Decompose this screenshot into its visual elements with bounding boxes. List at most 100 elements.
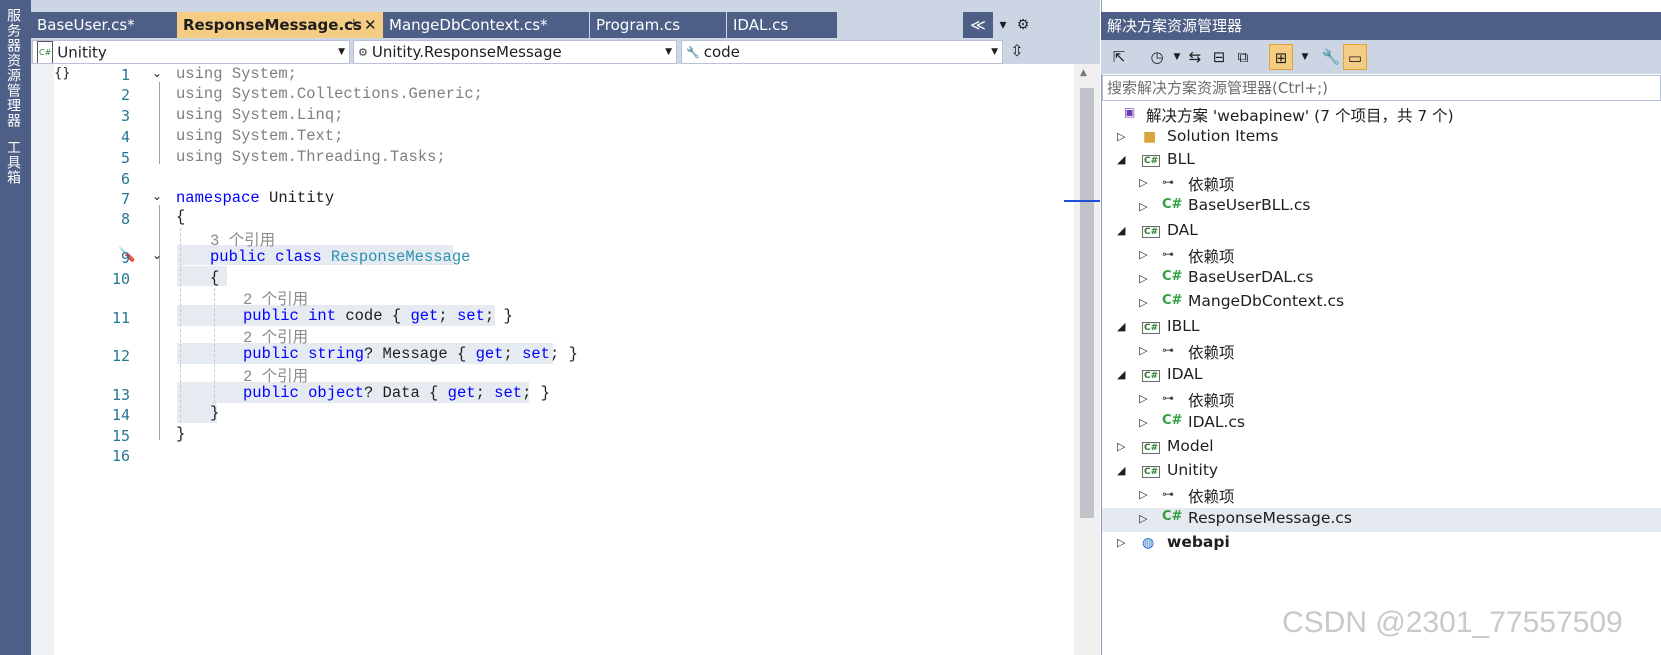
code-line[interactable]: using System.Collections.Generic; (176, 85, 483, 103)
collapse-all-icon[interactable]: ⊟ (1207, 44, 1231, 70)
copy-icon[interactable]: ⧉ (1231, 44, 1255, 70)
tree-item-ibll[interactable]: IBLL (1167, 317, 1199, 335)
fold-chevron-icon[interactable]: ⌄ (152, 66, 162, 80)
code-line[interactable]: public class ResponseMessage (210, 248, 470, 266)
csharp-project-icon: C# (1142, 442, 1161, 454)
collapse-arrow-icon[interactable]: ◢ (1117, 224, 1125, 237)
expand-arrow-icon[interactable]: ▷ (1139, 392, 1147, 405)
code-line[interactable]: using System; (176, 65, 297, 83)
tab-overflow-icon[interactable]: ≪ (963, 12, 993, 38)
tab-dropdown-icon[interactable]: ▾ (993, 12, 1013, 38)
csharp-file-icon: C# (1162, 293, 1183, 308)
collapse-arrow-icon[interactable]: ◢ (1117, 464, 1125, 477)
code-line[interactable]: public int code { get; set; } (243, 307, 513, 325)
dependencies-icon: ⊶ (1162, 391, 1174, 405)
solution-search-input[interactable]: 搜索解决方案资源管理器(Ctrl+;) (1102, 75, 1661, 101)
code-line[interactable]: { (176, 208, 185, 226)
csharp-project-icon: C# (1142, 155, 1161, 167)
expand-arrow-icon[interactable]: ▷ (1139, 176, 1147, 189)
code-line[interactable]: using System.Threading.Tasks; (176, 148, 446, 166)
tab-mangedbcontext[interactable]: MangeDbContext.cs* (383, 12, 589, 38)
tree-item-unitity[interactable]: Unitity (1167, 461, 1218, 479)
reference-count[interactable]: 2 个引用 (243, 364, 308, 386)
tab-program[interactable]: Program.cs (590, 12, 726, 38)
code-line[interactable]: { (210, 269, 219, 287)
tree-item-file-selected[interactable]: ResponseMessage.cs (1188, 509, 1352, 527)
scope-icon: {} (54, 66, 71, 81)
member-dropdown[interactable]: 🔧 code ▼ (681, 40, 1003, 64)
fold-chevron-icon[interactable]: ⌄ (152, 248, 162, 262)
expand-arrow-icon[interactable]: ▷ (1139, 272, 1147, 285)
properties-wrench-icon[interactable]: 🔧 (1319, 44, 1343, 70)
tree-item-model[interactable]: Model (1167, 437, 1214, 455)
tree-item-dependencies[interactable]: 依赖项 (1188, 341, 1235, 363)
tree-item-file[interactable]: BaseUserBLL.cs (1188, 196, 1311, 214)
tree-item-dal[interactable]: DAL (1167, 221, 1198, 239)
reference-count[interactable]: 2 个引用 (243, 325, 308, 347)
tree-item-solution-items[interactable]: Solution Items (1167, 127, 1278, 145)
tree-item-dependencies[interactable]: 依赖项 (1188, 245, 1235, 267)
tree-item-file[interactable]: MangeDbContext.cs (1188, 292, 1344, 310)
type-dropdown[interactable]: ⚙ Unitity.ResponseMessage ▼ (353, 40, 677, 64)
code-line[interactable]: } (176, 425, 185, 443)
code-line[interactable]: public string? Message { get; set; } (243, 345, 578, 363)
tab-baseuser[interactable]: BaseUser.cs* (31, 12, 177, 38)
tree-item-dependencies[interactable]: 依赖项 (1188, 173, 1235, 195)
fold-chevron-icon[interactable]: ⌄ (152, 189, 162, 203)
solution-icon: ▣ (1124, 105, 1136, 119)
chevron-down-icon: ▼ (991, 47, 998, 57)
chevron-down-icon: ▼ (338, 47, 345, 57)
sync-icon[interactable]: ⇆ (1183, 44, 1207, 70)
settings-gear-icon[interactable]: ⚙ (1013, 12, 1033, 38)
expand-arrow-icon[interactable]: ▷ (1139, 200, 1147, 213)
line-number: 15 (111, 427, 130, 445)
collapse-arrow-icon[interactable]: ◢ (1117, 153, 1125, 166)
expand-arrow-icon[interactable]: ▷ (1117, 130, 1125, 143)
close-tab-icon[interactable]: ✕ (364, 12, 377, 38)
tree-item-dependencies[interactable]: 依赖项 (1188, 485, 1235, 507)
code-line[interactable]: public object? Data { get; set; } (243, 384, 550, 402)
class-icon: ⚙ (358, 45, 368, 59)
show-all-files-icon[interactable]: ⊞ (1269, 44, 1293, 70)
code-line[interactable]: using System.Text; (176, 127, 343, 145)
expand-arrow-icon[interactable]: ▷ (1139, 416, 1147, 429)
tree-item-bll[interactable]: BLL (1167, 150, 1195, 168)
split-icon[interactable]: ⇳ (1006, 40, 1028, 64)
selected-row (1102, 508, 1661, 532)
toolbox-tab[interactable]: 工具箱 (3, 140, 23, 185)
editor-margin (31, 64, 54, 655)
code-line[interactable]: namespace Unitity (176, 189, 334, 207)
tree-item-idal[interactable]: IDAL (1167, 365, 1202, 383)
member-dropdown-value: code (703, 43, 740, 61)
tree-item-file[interactable]: BaseUserDAL.cs (1188, 268, 1314, 286)
tree-item-webapi[interactable]: webapi (1167, 533, 1230, 551)
expand-arrow-icon[interactable]: ▷ (1139, 488, 1147, 501)
expand-arrow-icon[interactable]: ▷ (1139, 512, 1147, 525)
tree-item-file[interactable]: IDAL.cs (1188, 413, 1245, 431)
collapse-arrow-icon[interactable]: ◢ (1117, 368, 1125, 381)
project-dropdown[interactable]: C# Unitity ▼ (32, 40, 350, 64)
expand-arrow-icon[interactable]: ▷ (1117, 536, 1125, 549)
scroll-up-icon[interactable]: ▲ (1080, 68, 1087, 78)
collapse-arrow-icon[interactable]: ◢ (1117, 320, 1125, 333)
chevron-down-icon[interactable]: ▼ (1293, 44, 1317, 70)
reference-count[interactable]: 3 个引用 (210, 228, 275, 250)
code-line[interactable]: using System.Linq; (176, 106, 343, 124)
expand-arrow-icon[interactable]: ▷ (1117, 440, 1125, 453)
tab-idal[interactable]: IDAL.cs (727, 12, 837, 38)
csharp-project-icon: C# (1142, 226, 1161, 238)
preview-selected-icon[interactable]: ▭ (1343, 44, 1367, 70)
expand-arrow-icon[interactable]: ▷ (1139, 248, 1147, 261)
scrollbar-thumb[interactable] (1080, 88, 1094, 518)
expand-arrow-icon[interactable]: ▷ (1139, 344, 1147, 357)
reference-count[interactable]: 2 个引用 (243, 287, 308, 309)
left-dock-strip: 服务器资源管理器 工具箱 (0, 0, 31, 655)
tree-item-dependencies[interactable]: 依赖项 (1188, 389, 1235, 411)
code-line[interactable]: } (210, 404, 219, 422)
line-number: 5 (120, 149, 130, 167)
pin-icon[interactable]: ⊣ (344, 12, 355, 38)
solution-root[interactable]: 解决方案 'webapinew' (7 个项目，共 7 个) (1146, 104, 1454, 126)
server-explorer-tab[interactable]: 服务器资源管理器 (3, 8, 23, 128)
switch-views-icon[interactable]: ⇱ (1107, 44, 1131, 70)
expand-arrow-icon[interactable]: ▷ (1139, 296, 1147, 309)
